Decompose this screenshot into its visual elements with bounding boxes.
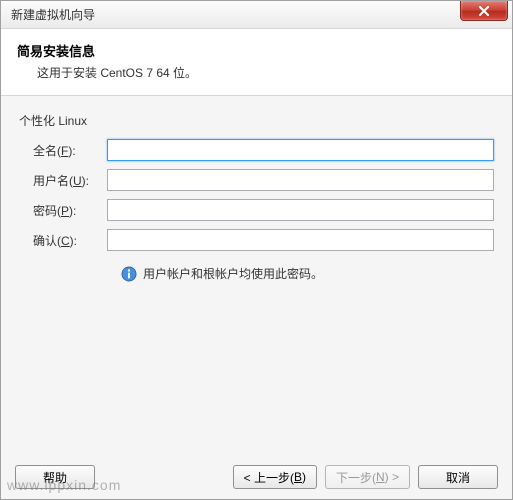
group-label: 个性化 Linux (19, 112, 494, 129)
header-panel: 简易安装信息 这用于安装 CentOS 7 64 位。 (1, 29, 512, 96)
wizard-window: 新建虚拟机向导 简易安装信息 这用于安装 CentOS 7 64 位。 个性化 … (0, 0, 513, 500)
label-password: 密码(P): (19, 202, 107, 219)
label-fullname: 全名(F): (19, 142, 107, 159)
row-confirm: 确认(C): (19, 229, 494, 251)
footer: 帮助 < 上一步(B) 下一步(N) > 取消 (1, 455, 512, 499)
help-button[interactable]: 帮助 (15, 465, 95, 489)
close-icon (478, 6, 490, 16)
body-panel: 个性化 Linux 全名(F): 用户名(U): 密码(P): 确认(C): (1, 96, 512, 455)
window-title: 新建虚拟机向导 (11, 6, 95, 23)
info-row: 用户帐户和根帐户均使用此密码。 (121, 265, 494, 282)
row-password: 密码(P): (19, 199, 494, 221)
info-icon (121, 266, 137, 282)
input-password[interactable] (107, 199, 494, 221)
row-fullname: 全名(F): (19, 139, 494, 161)
row-username: 用户名(U): (19, 169, 494, 191)
close-button[interactable] (460, 1, 508, 21)
info-text: 用户帐户和根帐户均使用此密码。 (143, 265, 323, 282)
input-username[interactable] (107, 169, 494, 191)
next-button: 下一步(N) > (325, 465, 410, 489)
back-button[interactable]: < 上一步(B) (233, 465, 317, 489)
header-title: 简易安装信息 (17, 41, 496, 60)
titlebar: 新建虚拟机向导 (1, 1, 512, 29)
cancel-button[interactable]: 取消 (418, 465, 498, 489)
label-confirm: 确认(C): (19, 232, 107, 249)
label-username: 用户名(U): (19, 172, 107, 189)
input-fullname[interactable] (107, 139, 494, 161)
input-confirm[interactable] (107, 229, 494, 251)
header-subtitle: 这用于安装 CentOS 7 64 位。 (37, 64, 496, 81)
